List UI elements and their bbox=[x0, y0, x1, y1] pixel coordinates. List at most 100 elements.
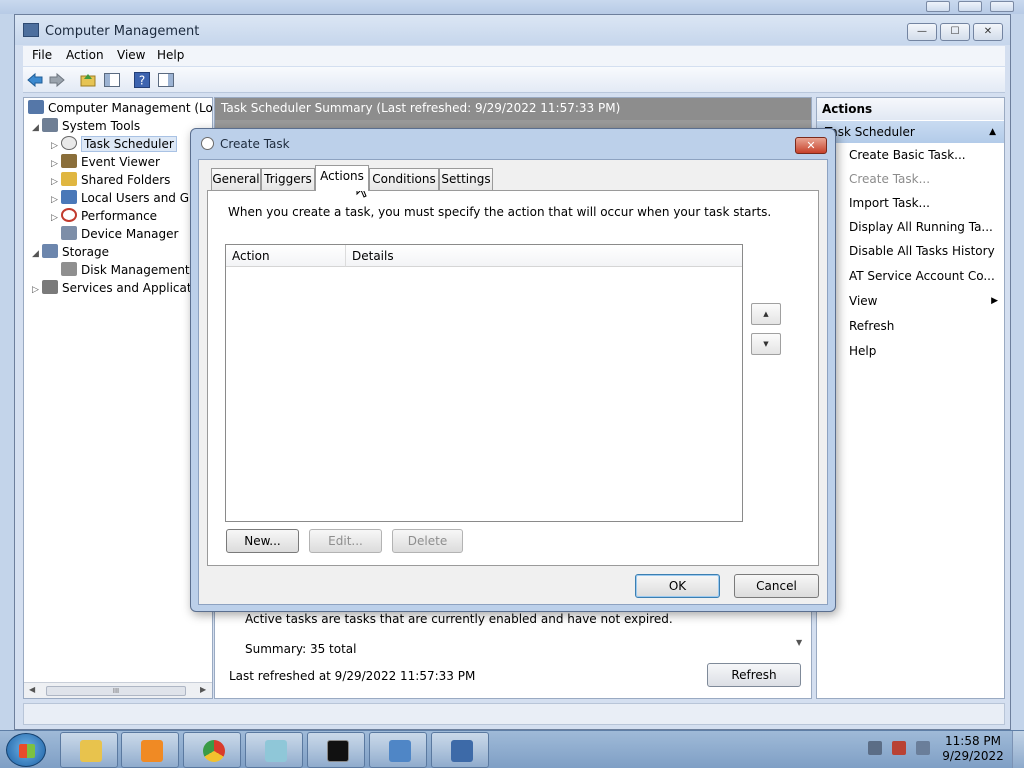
expand-icon[interactable]: ▷ bbox=[32, 281, 42, 299]
tab-actions[interactable]: Actions bbox=[315, 165, 369, 191]
column-header-details[interactable]: Details bbox=[346, 245, 742, 267]
actions-tab-panel: When you create a task, you must specify… bbox=[207, 190, 819, 566]
window-title: Computer Management bbox=[45, 24, 200, 39]
network-icon[interactable] bbox=[868, 741, 882, 755]
system-clock[interactable]: 11:58 PM 9/29/2022 bbox=[940, 734, 1006, 764]
background-close-button[interactable] bbox=[990, 1, 1014, 12]
taskbar-chrome[interactable] bbox=[183, 732, 241, 768]
show-desktop-button[interactable] bbox=[1012, 731, 1024, 768]
menu-view[interactable]: View bbox=[117, 48, 145, 62]
actions-section-task-scheduler[interactable]: Task Scheduler ▲ bbox=[817, 121, 1004, 143]
action-help[interactable]: Help bbox=[849, 344, 876, 358]
taskbar-explorer[interactable] bbox=[60, 732, 118, 768]
minimize-button[interactable]: — bbox=[907, 23, 937, 41]
collapse-section-icon[interactable]: ▲ bbox=[989, 121, 996, 143]
dialog-title-bar[interactable]: Create Task bbox=[201, 137, 290, 151]
action-center-icon[interactable] bbox=[892, 741, 906, 755]
tree-item-services-applications[interactable]: ▷ Services and Application bbox=[32, 279, 210, 297]
tree-item-local-users[interactable]: ▷ Local Users and Gro bbox=[51, 189, 201, 207]
action-disable-tasks-history[interactable]: Disable All Tasks History bbox=[849, 244, 995, 258]
taskbar-notepad[interactable] bbox=[245, 732, 303, 768]
dialog-close-button[interactable]: ✕ bbox=[795, 137, 827, 154]
taskbar-command-prompt[interactable] bbox=[307, 732, 365, 768]
notification-area bbox=[864, 739, 944, 761]
tree-item-performance[interactable]: ▷ Performance bbox=[51, 207, 157, 225]
collapse-icon[interactable]: ◢ bbox=[32, 245, 42, 263]
back-icon[interactable] bbox=[26, 71, 44, 89]
background-window-edge-right bbox=[1011, 14, 1024, 730]
remote-desktop-icon bbox=[389, 740, 411, 762]
delete-action-button[interactable]: Delete bbox=[392, 529, 463, 553]
menu-help[interactable]: Help bbox=[157, 48, 184, 62]
console-tree: Computer Management (Local ◢ System Tools… bbox=[23, 97, 213, 699]
forward-icon[interactable] bbox=[48, 71, 66, 89]
scroll-thumb[interactable]: III bbox=[46, 686, 186, 696]
computer-management-icon bbox=[23, 23, 39, 37]
tab-conditions[interactable]: Conditions bbox=[369, 168, 439, 190]
tree-item-task-scheduler[interactable]: ▷ Task Scheduler bbox=[51, 135, 177, 153]
tree-item-computer-management[interactable]: Computer Management (Local bbox=[28, 99, 212, 117]
background-minimize-button[interactable] bbox=[926, 1, 950, 12]
menu-bar: File Action View Help bbox=[23, 46, 1005, 66]
tree-item-storage[interactable]: ◢ Storage bbox=[32, 243, 109, 261]
action-at-service-account[interactable]: AT Service Account Co... bbox=[849, 269, 995, 283]
action-create-task[interactable]: Create Task... bbox=[849, 172, 930, 186]
start-button[interactable] bbox=[6, 733, 46, 767]
cancel-button[interactable]: Cancel bbox=[734, 574, 819, 598]
menu-action[interactable]: Action bbox=[66, 48, 104, 62]
column-header-action[interactable]: Action bbox=[226, 245, 346, 267]
scroll-down-icon[interactable]: ▼ bbox=[796, 638, 802, 647]
action-refresh[interactable]: Refresh bbox=[849, 319, 894, 333]
up-folder-icon[interactable] bbox=[79, 71, 97, 89]
windows-logo-icon bbox=[19, 744, 35, 758]
actions-header: Actions bbox=[817, 98, 1004, 120]
move-up-button[interactable]: ▲ bbox=[751, 303, 781, 325]
media-player-icon bbox=[141, 740, 163, 762]
maximize-button[interactable]: ☐ bbox=[940, 23, 970, 41]
tree-horizontal-scrollbar[interactable]: ◀ III ▶ bbox=[24, 682, 212, 698]
clock-icon bbox=[61, 136, 77, 150]
actions-list[interactable]: Action Details bbox=[225, 244, 743, 522]
tree-item-shared-folders[interactable]: ▷ Shared Folders bbox=[51, 171, 170, 189]
action-create-basic-task[interactable]: Create Basic Task... bbox=[849, 148, 966, 162]
folder-icon bbox=[80, 740, 102, 762]
show-hide-action-pane-icon[interactable] bbox=[157, 71, 175, 89]
computer-icon bbox=[28, 100, 44, 114]
actions-description: When you create a task, you must specify… bbox=[228, 205, 772, 219]
volume-icon[interactable] bbox=[916, 741, 930, 755]
tree-item-device-manager[interactable]: Device Manager bbox=[61, 225, 178, 243]
users-icon bbox=[61, 190, 77, 204]
tab-settings[interactable]: Settings bbox=[439, 168, 493, 190]
scroll-right-icon[interactable]: ▶ bbox=[200, 685, 206, 694]
ok-button[interactable]: OK bbox=[635, 574, 720, 598]
refresh-button[interactable]: Refresh bbox=[707, 663, 801, 687]
tree-item-event-viewer[interactable]: ▷ Event Viewer bbox=[51, 153, 160, 171]
taskbar: 11:58 PM 9/29/2022 bbox=[0, 730, 1024, 768]
move-down-button[interactable]: ▼ bbox=[751, 333, 781, 355]
collapse-icon[interactable]: ◢ bbox=[32, 119, 42, 137]
tools-icon bbox=[42, 118, 58, 132]
tree-item-disk-management[interactable]: Disk Management bbox=[61, 261, 190, 279]
menu-file[interactable]: File bbox=[32, 48, 52, 62]
taskbar-remote-desktop[interactable] bbox=[369, 732, 427, 768]
taskbar-computer-management[interactable] bbox=[431, 732, 489, 768]
tree-item-system-tools[interactable]: ◢ System Tools bbox=[32, 117, 140, 135]
help-icon[interactable]: ? bbox=[133, 71, 151, 89]
action-display-running-tasks[interactable]: Display All Running Ta... bbox=[849, 220, 993, 234]
performance-icon bbox=[61, 208, 77, 222]
close-button[interactable]: ✕ bbox=[973, 23, 1003, 41]
action-import-task[interactable]: Import Task... bbox=[849, 196, 930, 210]
taskbar-media-player[interactable] bbox=[121, 732, 179, 768]
show-hide-tree-icon[interactable] bbox=[103, 71, 121, 89]
edit-action-button[interactable]: Edit... bbox=[309, 529, 382, 553]
toolbar: ? bbox=[23, 67, 1005, 93]
background-maximize-button[interactable] bbox=[958, 1, 982, 12]
action-view[interactable]: View bbox=[849, 294, 877, 308]
tab-triggers[interactable]: Triggers bbox=[261, 168, 315, 190]
tab-general[interactable]: General bbox=[211, 168, 261, 190]
status-bar bbox=[23, 703, 1005, 725]
scroll-left-icon[interactable]: ◀ bbox=[29, 685, 35, 694]
new-action-button[interactable]: New... bbox=[226, 529, 299, 553]
expand-icon[interactable]: ▷ bbox=[51, 209, 61, 227]
window-title-bar[interactable]: Computer Management — ☐ ✕ bbox=[15, 15, 1010, 45]
